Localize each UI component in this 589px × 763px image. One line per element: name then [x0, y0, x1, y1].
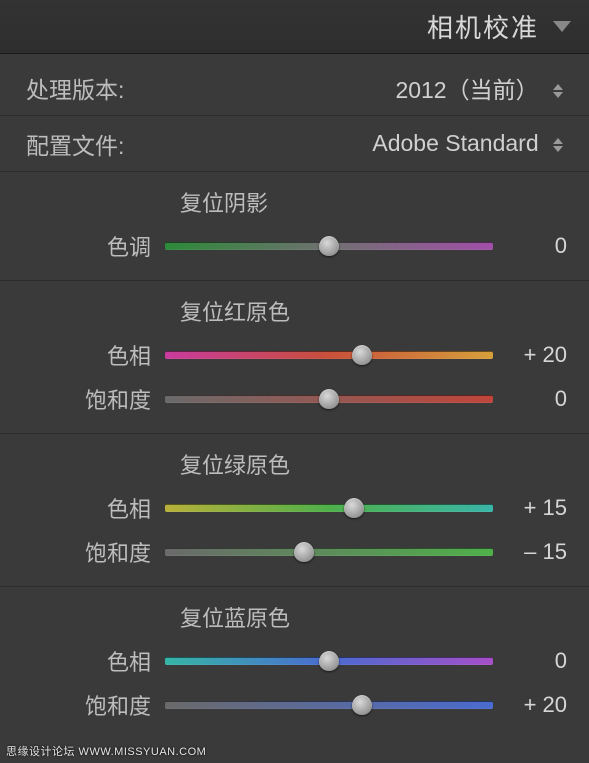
profile-label: 配置文件:: [26, 127, 124, 161]
slider-thumb[interactable]: [352, 345, 372, 365]
green-hue-value[interactable]: + 15: [493, 495, 567, 521]
green-section: 复位绿原色 色相 + 15 饱和度 – 15: [0, 434, 589, 587]
process-version-label: 处理版本:: [26, 71, 124, 105]
red-sat-label: 饱和度: [0, 383, 165, 415]
blue-hue-label: 色相: [0, 645, 165, 677]
slider-thumb[interactable]: [319, 389, 339, 409]
slider-thumb[interactable]: [319, 651, 339, 671]
blue-section: 复位蓝原色 色相 0 饱和度 + 20: [0, 587, 589, 739]
blue-sat-slider[interactable]: [165, 701, 493, 709]
green-title: 复位绿原色: [0, 434, 589, 486]
chevron-down-icon[interactable]: [553, 21, 571, 32]
shadow-tint-slider[interactable]: [165, 242, 493, 250]
red-section: 复位红原色 色相 + 20 饱和度 0: [0, 281, 589, 434]
shadows-title: 复位阴影: [0, 172, 589, 224]
panel-header[interactable]: 相机校准: [0, 0, 589, 54]
red-hue-slider[interactable]: [165, 351, 493, 359]
green-hue-row: 色相 + 15: [0, 486, 589, 530]
watermark: 思缘设计论坛 WWW.MISSYUAN.COM: [6, 743, 206, 759]
green-hue-slider[interactable]: [165, 504, 493, 512]
blue-sat-value[interactable]: + 20: [493, 692, 567, 718]
green-hue-label: 色相: [0, 492, 165, 524]
shadows-section: 复位阴影 色调 0: [0, 172, 589, 281]
process-version-dropdown[interactable]: 2012（当前）: [124, 71, 563, 105]
blue-sat-row: 饱和度 + 20: [0, 683, 589, 727]
process-version-row: 处理版本: 2012（当前）: [0, 60, 589, 116]
shadow-tint-row: 色调 0: [0, 224, 589, 268]
blue-hue-value[interactable]: 0: [493, 648, 567, 674]
red-hue-value[interactable]: + 20: [493, 342, 567, 368]
slider-thumb[interactable]: [294, 542, 314, 562]
slider-thumb[interactable]: [344, 498, 364, 518]
spinner-icon: [553, 138, 563, 152]
profile-value: Adobe Standard: [372, 130, 538, 156]
red-sat-row: 饱和度 0: [0, 377, 589, 421]
blue-hue-row: 色相 0: [0, 639, 589, 683]
shadow-tint-value[interactable]: 0: [493, 233, 567, 259]
red-hue-row: 色相 + 20: [0, 333, 589, 377]
green-sat-value[interactable]: – 15: [493, 539, 567, 565]
blue-title: 复位蓝原色: [0, 587, 589, 639]
profile-row: 配置文件: Adobe Standard: [0, 116, 589, 172]
green-sat-label: 饱和度: [0, 536, 165, 568]
red-title: 复位红原色: [0, 281, 589, 333]
process-version-value: 2012（当前）: [395, 77, 538, 103]
slider-thumb[interactable]: [319, 236, 339, 256]
red-sat-value[interactable]: 0: [493, 386, 567, 412]
green-sat-slider[interactable]: [165, 548, 493, 556]
blue-hue-slider[interactable]: [165, 657, 493, 665]
spinner-icon: [553, 84, 563, 98]
panel-title: 相机校准: [427, 8, 539, 45]
red-hue-label: 色相: [0, 339, 165, 371]
slider-thumb[interactable]: [352, 695, 372, 715]
shadow-tint-label: 色调: [0, 230, 165, 262]
blue-sat-label: 饱和度: [0, 689, 165, 721]
green-sat-row: 饱和度 – 15: [0, 530, 589, 574]
profile-dropdown[interactable]: Adobe Standard: [124, 130, 563, 157]
panel-body: 处理版本: 2012（当前） 配置文件: Adobe Standard 复位阴影…: [0, 54, 589, 739]
red-sat-slider[interactable]: [165, 395, 493, 403]
